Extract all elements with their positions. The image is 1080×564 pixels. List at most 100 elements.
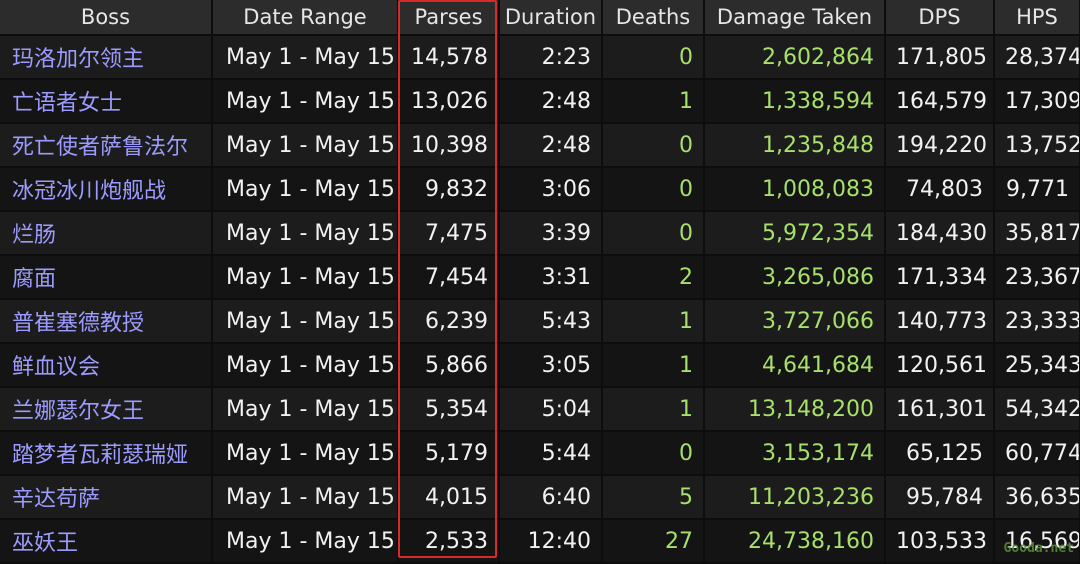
duration-cell: 2:23 <box>499 35 603 80</box>
date-range-cell: May 1 - May 15 <box>212 431 399 476</box>
dps-cell: 65,125 <box>885 431 995 476</box>
date-range-cell: May 1 - May 15 <box>212 123 399 168</box>
damage-taken-cell: 24,738,160 <box>704 519 886 564</box>
boss-name-link[interactable]: 烂肠 <box>0 211 213 256</box>
hps-cell: 13,752 <box>994 123 1080 168</box>
watermark: Gooda.net <box>1003 541 1074 556</box>
table-row: 巫妖王 May 1 - May 15 2,533 12:40 27 24,738,160 1… <box>0 519 1080 564</box>
parses-cell: 14,578 <box>398 35 500 80</box>
dps-cell: 184,430 <box>885 211 995 256</box>
damage-taken-cell: 1,008,083 <box>704 167 886 212</box>
hps-cell: 54,342 <box>994 387 1080 432</box>
date-range-cell: May 1 - May 15 <box>212 255 399 300</box>
column-header-hps[interactable]: HPS <box>994 0 1080 36</box>
damage-taken-cell: 1,338,594 <box>704 79 886 124</box>
table-row: 辛达苟萨 May 1 - May 15 4,015 6:40 5 11,203,236 95… <box>0 475 1080 520</box>
dps-cell: 140,773 <box>885 299 995 344</box>
hps-cell: 35,817 <box>994 211 1080 256</box>
damage-taken-cell: 4,641,684 <box>704 343 886 388</box>
table-row: 冰冠冰川炮舰战 May 1 - May 15 9,832 3:06 0 1,008,083… <box>0 167 1080 212</box>
dps-cell: 95,784 <box>885 475 995 520</box>
parses-cell: 5,866 <box>398 343 500 388</box>
table-header-row: Boss Date Range Parses Duration Deaths D… <box>0 0 1080 36</box>
damage-taken-cell: 5,972,354 <box>704 211 886 256</box>
boss-name-link[interactable]: 玛洛加尔领主 <box>0 35 213 80</box>
boss-name-link[interactable]: 亡语者女士 <box>0 79 213 124</box>
dps-cell: 194,220 <box>885 123 995 168</box>
parses-cell: 13,026 <box>398 79 500 124</box>
deaths-cell: 27 <box>602 519 705 564</box>
parses-cell: 4,015 <box>398 475 500 520</box>
damage-taken-cell: 2,602,864 <box>704 35 886 80</box>
dps-cell: 171,805 <box>885 35 995 80</box>
deaths-cell: 0 <box>602 211 705 256</box>
duration-cell: 3:05 <box>499 343 603 388</box>
table-row: 踏梦者瓦莉瑟瑞娅 May 1 - May 15 5,179 5:44 0 3,153,17… <box>0 431 1080 476</box>
dps-cell: 161,301 <box>885 387 995 432</box>
date-range-cell: May 1 - May 15 <box>212 211 399 256</box>
dps-cell: 120,561 <box>885 343 995 388</box>
column-header-parses[interactable]: Parses <box>398 0 500 36</box>
column-header-damage-taken[interactable]: Damage Taken <box>704 0 886 36</box>
column-header-date-range[interactable]: Date Range <box>212 0 399 36</box>
boss-name-link[interactable]: 辛达苟萨 <box>0 475 213 520</box>
damage-taken-cell: 13,148,200 <box>704 387 886 432</box>
date-range-cell: May 1 - May 15 <box>212 387 399 432</box>
parses-cell: 5,179 <box>398 431 500 476</box>
table-row: 兰娜瑟尔女王 May 1 - May 15 5,354 5:04 1 13,148,200… <box>0 387 1080 432</box>
column-header-duration[interactable]: Duration <box>499 0 603 36</box>
table-row: 玛洛加尔领主 May 1 - May 15 14,578 2:23 0 2,602,864… <box>0 35 1080 80</box>
boss-name-link[interactable]: 兰娜瑟尔女王 <box>0 387 213 432</box>
column-header-boss[interactable]: Boss <box>0 0 213 36</box>
duration-cell: 3:06 <box>499 167 603 212</box>
damage-taken-cell: 3,727,066 <box>704 299 886 344</box>
dps-cell: 164,579 <box>885 79 995 124</box>
boss-name-link[interactable]: 死亡使者萨鲁法尔 <box>0 123 213 168</box>
deaths-cell: 0 <box>602 167 705 212</box>
boss-name-link[interactable]: 鲜血议会 <box>0 343 213 388</box>
hps-cell: 9,771 <box>994 167 1080 212</box>
deaths-cell: 5 <box>602 475 705 520</box>
boss-name-link[interactable]: 普崔塞德教授 <box>0 299 213 344</box>
hps-cell: 36,635 <box>994 475 1080 520</box>
parses-cell: 7,454 <box>398 255 500 300</box>
duration-cell: 3:31 <box>499 255 603 300</box>
damage-taken-cell: 3,153,174 <box>704 431 886 476</box>
hps-cell: 17,309 <box>994 79 1080 124</box>
duration-cell: 5:43 <box>499 299 603 344</box>
column-header-deaths[interactable]: Deaths <box>602 0 705 36</box>
parses-cell: 7,475 <box>398 211 500 256</box>
deaths-cell: 1 <box>602 343 705 388</box>
boss-name-link[interactable]: 冰冠冰川炮舰战 <box>0 167 213 212</box>
dps-cell: 103,533 <box>885 519 995 564</box>
deaths-cell: 1 <box>602 299 705 344</box>
hps-cell: 60,774 <box>994 431 1080 476</box>
duration-cell: 2:48 <box>499 79 603 124</box>
table-row: 腐面 May 1 - May 15 7,454 3:31 2 3,265,086 171,3… <box>0 255 1080 300</box>
duration-cell: 2:48 <box>499 123 603 168</box>
deaths-cell: 1 <box>602 387 705 432</box>
boss-name-link[interactable]: 巫妖王 <box>0 519 213 564</box>
table-row: 普崔塞德教授 May 1 - May 15 6,239 5:43 1 3,727,066 1… <box>0 299 1080 344</box>
date-range-cell: May 1 - May 15 <box>212 519 399 564</box>
parses-cell: 9,832 <box>398 167 500 212</box>
duration-cell: 3:39 <box>499 211 603 256</box>
duration-cell: 5:04 <box>499 387 603 432</box>
deaths-cell: 0 <box>602 123 705 168</box>
boss-name-link[interactable]: 腐面 <box>0 255 213 300</box>
date-range-cell: May 1 - May 15 <box>212 343 399 388</box>
parses-cell: 5,354 <box>398 387 500 432</box>
column-header-dps[interactable]: DPS <box>885 0 995 36</box>
damage-taken-cell: 3,265,086 <box>704 255 886 300</box>
parses-cell: 10,398 <box>398 123 500 168</box>
date-range-cell: May 1 - May 15 <box>212 475 399 520</box>
boss-name-link[interactable]: 踏梦者瓦莉瑟瑞娅 <box>0 431 213 476</box>
date-range-cell: May 1 - May 15 <box>212 35 399 80</box>
deaths-cell: 0 <box>602 35 705 80</box>
parses-cell: 2,533 <box>398 519 500 564</box>
date-range-cell: May 1 - May 15 <box>212 79 399 124</box>
hps-cell: 28,374 <box>994 35 1080 80</box>
hps-cell: 25,343 <box>994 343 1080 388</box>
dps-cell: 74,803 <box>885 167 995 212</box>
boss-stats-table: Boss Date Range Parses Duration Deaths D… <box>0 0 1080 564</box>
